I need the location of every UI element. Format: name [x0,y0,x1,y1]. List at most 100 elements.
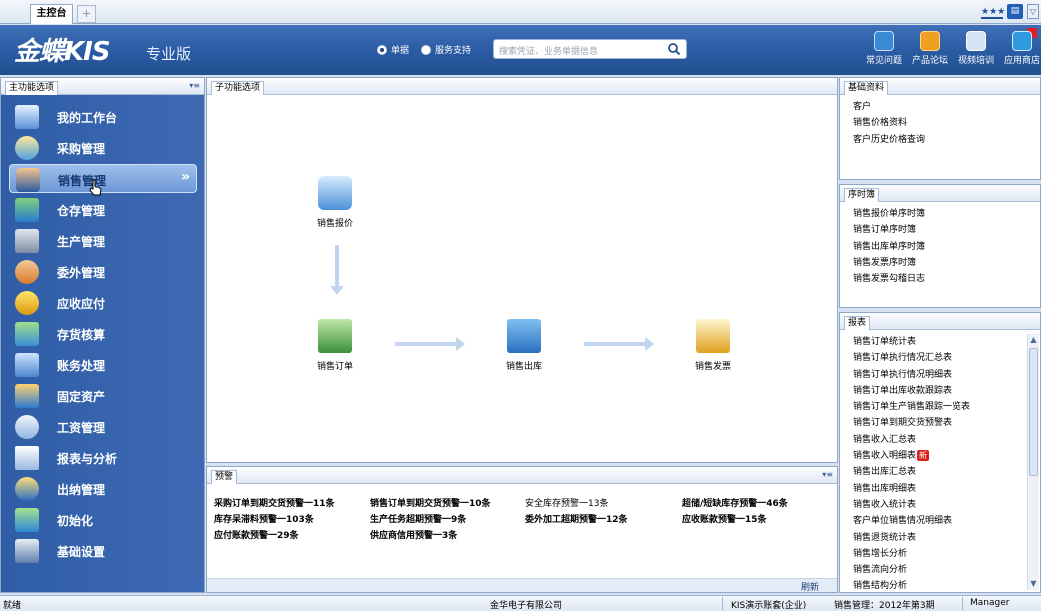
flow-node-sales-order[interactable]: 销售订单 [300,319,370,372]
sequence-book-link[interactable]: 销售订单序时簿 [853,222,925,238]
search-input[interactable]: 搜索凭证、业务单据信息 [493,39,687,59]
nav-item-fixed-assets[interactable]: 固定资产 [9,381,197,410]
message-icon[interactable]: ▤ [1007,4,1023,19]
nav-item-basic-settings[interactable]: 基础设置 [9,536,197,565]
nav-item-accounting[interactable]: 账务处理 [9,350,197,379]
nav-item-cashier[interactable]: 出纳管理 [9,474,197,503]
nav-item-production[interactable]: 生产管理 [9,226,197,255]
nav-item-label: 出纳管理 [57,483,106,497]
app-header: 金蝶KIS 专业版 单据 服务支持 搜索凭证、业务单据信息 常见问题 产品论坛 … [0,25,1041,75]
scroll-down-icon[interactable]: ▼ [1028,578,1039,590]
sub-function-pane: 子功能选项 销售报价 销售订单 销售出库 销售发票 [206,77,838,463]
warning-item[interactable]: 采购订单到期交货预警一11条 [214,496,335,509]
nav-item-reports-analysis[interactable]: 报表与分析 [9,443,197,472]
radio-service-support[interactable]: 服务支持 [421,43,471,56]
nav-item-my-workbench[interactable]: 我的工作台 [9,102,197,131]
warning-item[interactable]: 委外加工超期预警一12条 [525,512,628,525]
pane-options-icon[interactable]: ▾≡ [189,81,200,90]
report-link[interactable]: 销售退货统计表 [853,530,970,546]
sequence-book-link[interactable]: 销售发票序时簿 [853,255,925,271]
nav-item-sales[interactable]: 销售管理 » [9,164,197,193]
report-link[interactable]: 销售订单执行情况明细表 [853,367,970,383]
basic-data-link[interactable]: 销售价格资料 [853,115,925,131]
flow-node-label: 销售发票 [694,362,731,372]
reports-title: 报表 [844,316,871,330]
scroll-thumb[interactable] [1029,348,1038,476]
basic-data-link[interactable]: 客户 [853,99,925,115]
scroll-up-icon[interactable]: ▲ [1028,334,1039,346]
tab-main-console[interactable]: 主控台 [30,4,73,24]
flow-arrow-right [395,337,465,351]
forum-label: 产品论坛 [911,56,948,66]
sequence-book-link[interactable]: 销售发票勾稽日志 [853,271,925,287]
status-period: 销售管理：2012年第3期 [834,601,935,611]
report-link-with-badge[interactable]: 销售收入明细表新 [853,448,970,464]
forum-link[interactable]: 产品论坛 [908,31,952,66]
nav-item-initialization[interactable]: 初始化 [9,505,197,534]
status-company: 金华电子有限公司 [490,601,563,611]
refresh-link[interactable]: 刷新 [801,580,819,593]
warning-item[interactable]: 生产任务超期预警一9条 [370,512,466,525]
sequence-book-header: 序时簿 [840,185,1040,202]
production-icon [15,229,39,253]
report-link[interactable]: 销售出库汇总表 [853,464,970,480]
stars-icon[interactable]: ★★★ [981,5,1005,19]
warning-item[interactable]: 供应商信用预警一3条 [370,528,457,541]
warehouse-icon [15,198,39,222]
nav-item-label: 仓存管理 [57,204,106,218]
status-ready: 就绪 [3,601,22,611]
warning-item[interactable]: 安全库存预警一13条 [525,496,608,509]
report-link[interactable]: 销售订单到期交货预警表 [853,415,970,431]
nav-item-payroll[interactable]: 工资管理 [9,412,197,441]
nav-item-inventory-costing[interactable]: 存货核算 [9,319,197,348]
search-icon[interactable] [667,42,681,56]
flow-node-sales-invoice[interactable]: 销售发票 [678,319,748,372]
warning-item[interactable]: 应付账款预警一29条 [214,528,299,541]
main-function-pane: 主功能选项 ▾≡ 我的工作台 采购管理 销售管理 » 仓存管理 生产管理 委外管… [0,77,205,593]
nav-item-purchasing[interactable]: 采购管理 [9,133,197,162]
nav-item-label: 初始化 [57,514,94,528]
outsourcing-icon [15,260,39,284]
warning-item[interactable]: 库存呆滞料预警一103条 [214,512,314,525]
nav-item-label: 报表与分析 [57,452,118,466]
flow-node-sales-quote[interactable]: 销售报价 [300,176,370,229]
app-store-link[interactable]: 应用商店 [1000,31,1041,66]
app-store-icon [1012,31,1032,51]
report-link[interactable]: 销售订单出库收款跟踪表 [853,383,970,399]
basic-data-link[interactable]: 客户历史价格查询 [853,132,925,148]
video-training-icon [966,31,986,51]
search-scope-radio-group: 单据 服务支持 [377,43,471,56]
status-bar: 就绪 金华电子有限公司 KIS演示账套(企业) 销售管理：2012年第3期 Ma… [0,595,1041,611]
report-link[interactable]: 销售订单统计表 [853,334,970,350]
chevron-down-icon[interactable]: ▽ [1027,4,1039,19]
sequence-book-link[interactable]: 销售报价单序时簿 [853,206,925,222]
report-link[interactable]: 销售订单执行情况汇总表 [853,350,970,366]
warning-item[interactable]: 应收账款预警一15条 [682,512,767,525]
report-link[interactable]: 销售收入统计表 [853,497,970,513]
nav-item-warehouse[interactable]: 仓存管理 [9,195,197,224]
nav-item-receivables-payables[interactable]: 应收应付 [9,288,197,317]
app-store-label: 应用商店 [1003,56,1040,66]
warning-item[interactable]: 超储/短缺库存预警一46条 [682,496,788,509]
basic-settings-icon [15,539,39,563]
nav-item-outsourcing[interactable]: 委外管理 [9,257,197,286]
radio-documents[interactable]: 单据 [377,43,409,56]
add-tab-button[interactable]: + [77,5,96,23]
report-link[interactable]: 销售收入汇总表 [853,432,970,448]
report-link[interactable]: 销售订单生产销售跟踪一览表 [853,399,970,415]
basic-data-list: 客户 销售价格资料 客户历史价格查询 [853,99,925,148]
report-link[interactable]: 销售增长分析 [853,546,970,562]
flow-node-sales-outbound[interactable]: 销售出库 [489,319,559,372]
workbench-icon [15,105,39,129]
product-edition: 专业版 [146,45,192,63]
warning-item[interactable]: 销售订单到期交货预警一10条 [370,496,491,509]
report-link[interactable]: 销售结构分析 [853,578,970,592]
pane-options-icon[interactable]: ▾≡ [822,470,833,479]
reports-scrollbar[interactable]: ▲ ▼ [1027,334,1039,590]
report-link[interactable]: 客户单位销售情况明细表 [853,513,970,529]
sequence-book-link[interactable]: 销售出库单序时簿 [853,239,925,255]
faq-link[interactable]: 常见问题 [862,31,906,66]
report-link[interactable]: 销售出库明细表 [853,481,970,497]
report-link[interactable]: 销售流向分析 [853,562,970,578]
video-training-link[interactable]: 视频培训 [954,31,998,66]
